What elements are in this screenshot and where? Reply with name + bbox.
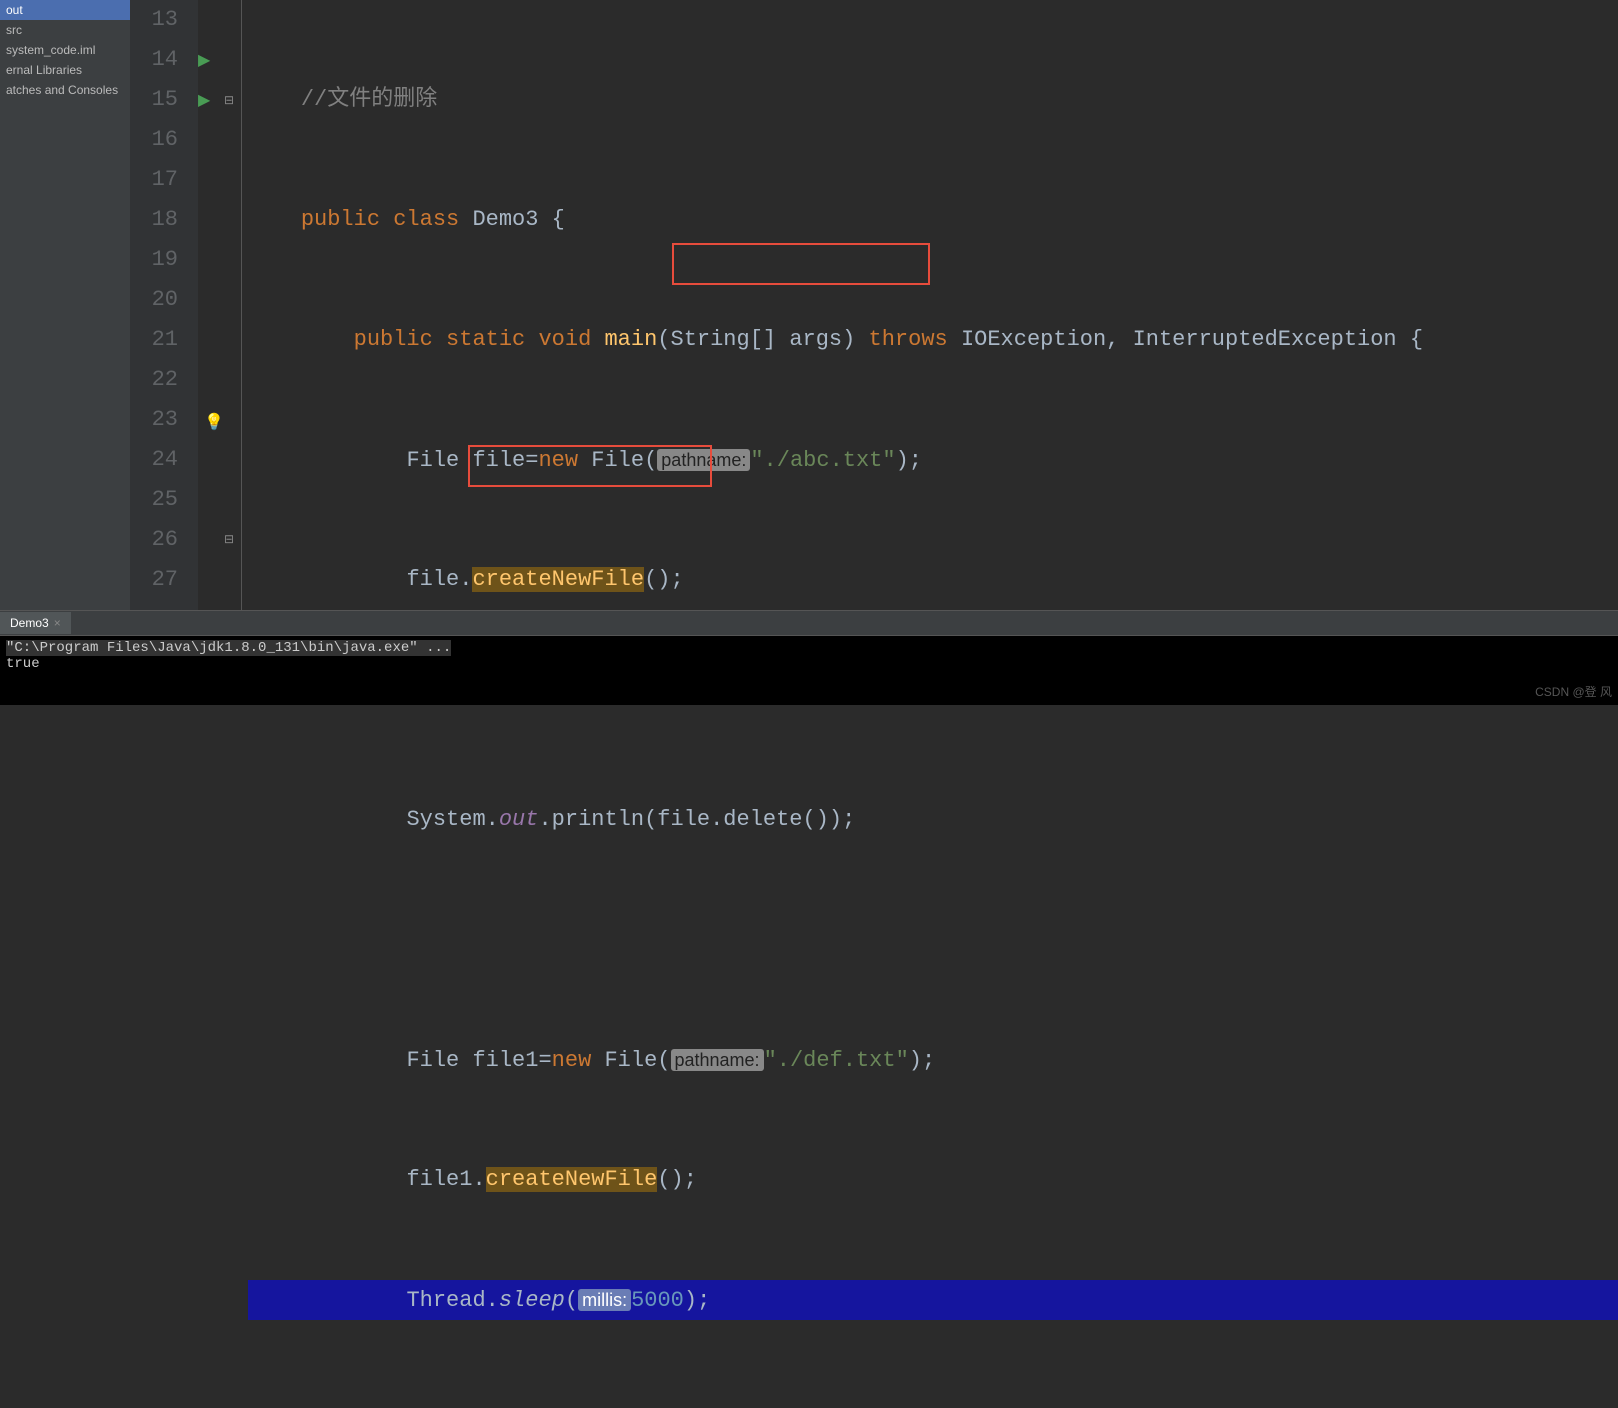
sidebar-item-out[interactable]: out [0, 0, 130, 20]
fold-icon[interactable]: ⊟ [224, 93, 234, 108]
txt: File( [578, 448, 657, 473]
project-sidebar: out src system_code.iml ernal Libraries … [0, 0, 130, 610]
kw: void [538, 327, 591, 352]
txt: File file= [406, 448, 538, 473]
annotation-box [672, 243, 930, 285]
txt: (); [657, 1167, 697, 1192]
bottom-tab-bar: Demo3 × [0, 610, 1618, 635]
kw: new [538, 448, 578, 473]
sidebar-item-scratches[interactable]: atches and Consoles [0, 80, 130, 100]
param-hint: pathname: [657, 449, 750, 471]
field: out [499, 807, 539, 832]
txt: Thread. [406, 1288, 498, 1313]
sidebar-item-src[interactable]: src [0, 20, 130, 40]
kw: public [301, 207, 380, 232]
tab-label: Demo3 [10, 616, 49, 630]
txt: File file1= [406, 1048, 551, 1073]
run-gutter: ▶ ▶ 💡 [198, 0, 220, 610]
code-comment: //文件的删除 [301, 87, 437, 112]
param-hint: pathname: [671, 1049, 764, 1071]
method-call: deleteOnExit [486, 1407, 644, 1408]
txt: file. [406, 567, 472, 592]
txt: file1. [406, 1167, 485, 1192]
console-line: true [6, 656, 1612, 672]
sidebar-item-iml[interactable]: system_code.iml [0, 40, 130, 60]
run-icon[interactable]: ▶ [198, 50, 210, 70]
console-line: "C:\Program Files\Java\jdk1.8.0_131\bin\… [6, 640, 451, 656]
run-icon[interactable]: ▶ [198, 90, 210, 110]
close-icon[interactable]: × [54, 616, 61, 630]
method-call: createNewFile [486, 1167, 658, 1192]
kw: new [552, 1048, 592, 1073]
txt: (); [644, 1407, 684, 1408]
kw: class [393, 207, 459, 232]
watermark: CSDN @登 风 [1535, 683, 1612, 700]
txt: ( [565, 1288, 578, 1313]
kw: static [446, 327, 525, 352]
txt: (); [644, 567, 684, 592]
txt: ); [684, 1288, 710, 1313]
tab-demo3[interactable]: Demo3 × [0, 612, 71, 634]
method-call: createNewFile [472, 567, 644, 592]
sidebar-item-external-libraries[interactable]: ernal Libraries [0, 60, 130, 80]
param-hint: millis: [578, 1289, 631, 1311]
txt: ); [896, 448, 922, 473]
txt: file1. [406, 1407, 485, 1408]
txt: (String[] args) [657, 327, 868, 352]
txt: System. [406, 807, 498, 832]
kw: throws [869, 327, 948, 352]
method-name: main [604, 327, 657, 352]
txt: ); [909, 1048, 935, 1073]
fold-icon[interactable]: ⊟ [224, 532, 234, 547]
string: "./abc.txt" [750, 448, 895, 473]
console-output[interactable]: "C:\Program Files\Java\jdk1.8.0_131\bin\… [0, 635, 1618, 705]
txt: { [538, 207, 564, 232]
txt: IOException, InterruptedException { [948, 327, 1423, 352]
txt: .println(file.delete()); [538, 807, 855, 832]
class-name: Demo3 [472, 207, 538, 232]
string: "./def.txt" [764, 1048, 909, 1073]
kw: public [354, 327, 433, 352]
fold-column: ⊟ ⊟ [220, 0, 242, 610]
code-area[interactable]: //文件的删除 public class Demo3 { public stat… [242, 0, 1618, 610]
line-gutter: 1314151617 1819202122 2324252627 [130, 0, 198, 610]
code-editor[interactable]: 1314151617 1819202122 2324252627 ▶ ▶ 💡 ⊟… [130, 0, 1618, 610]
method-call: sleep [499, 1288, 565, 1313]
txt: File( [591, 1048, 670, 1073]
number: 5000 [631, 1288, 684, 1313]
